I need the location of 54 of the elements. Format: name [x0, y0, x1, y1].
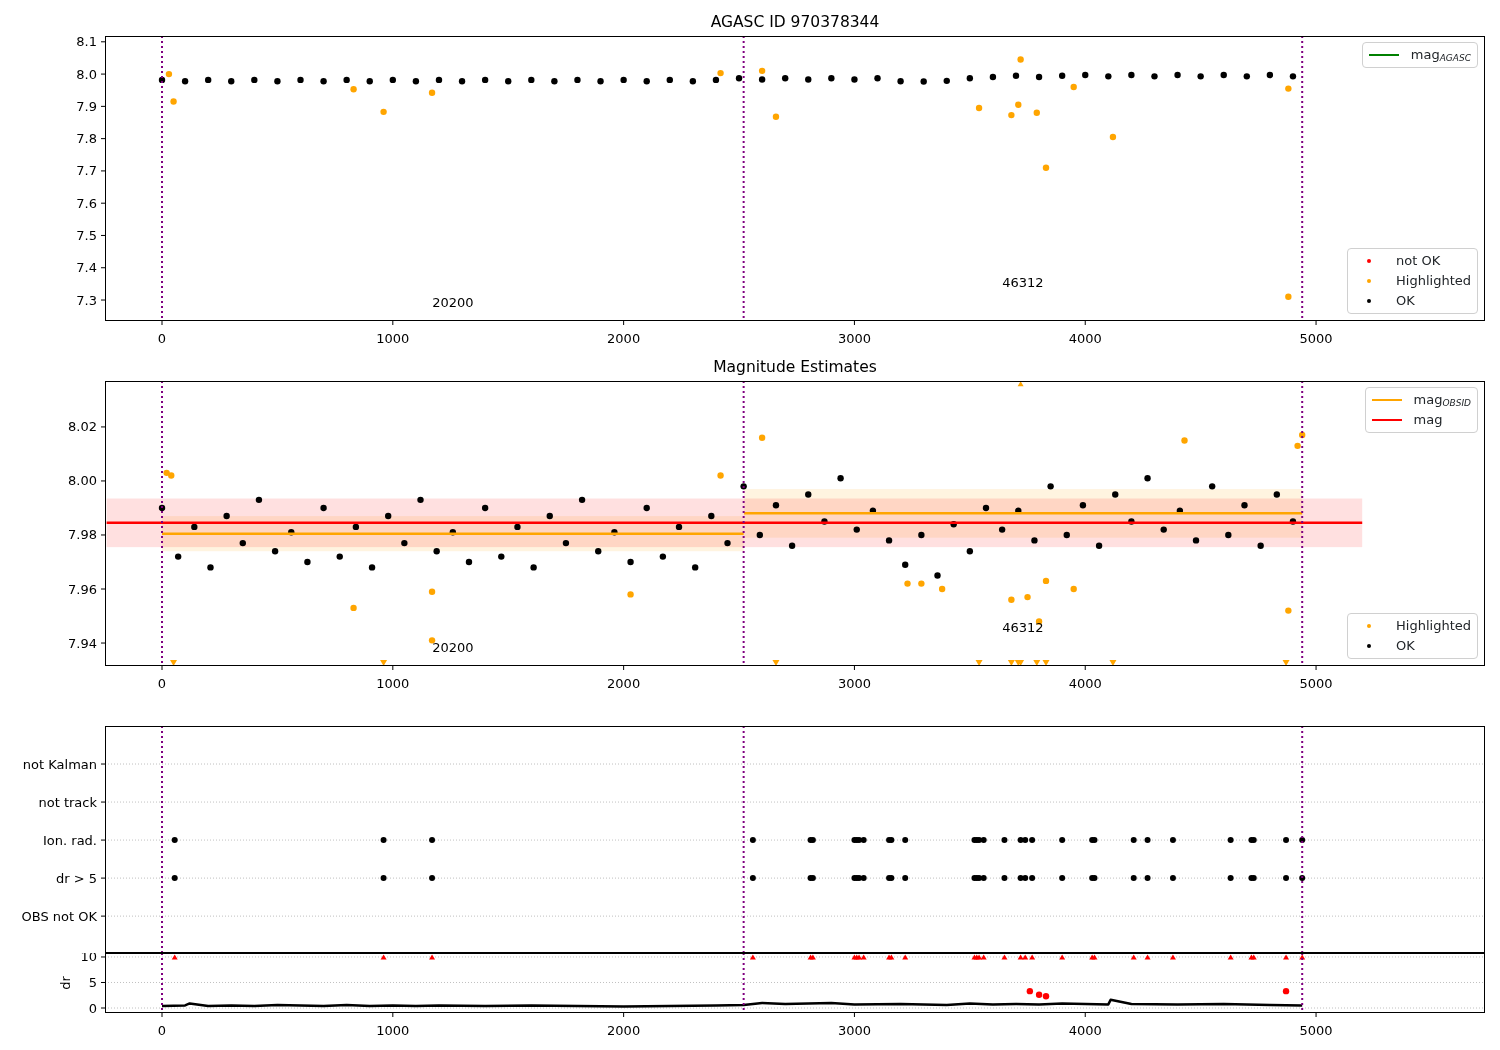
- legend-label: mag$_{AGASC}$: [1410, 46, 1471, 65]
- tick-label: 7.9: [76, 98, 97, 114]
- tick-label: 8.02: [68, 419, 97, 435]
- legend-label: not OK: [1396, 252, 1441, 270]
- tick-label: 5: [88, 975, 97, 990]
- tick-label: 0: [157, 1023, 167, 1038]
- tick-label: 2000: [607, 1023, 641, 1038]
- tick-label: 0: [157, 676, 167, 690]
- tick-label: 1000: [376, 1023, 410, 1038]
- chart-title: AGASC ID 970378344: [710, 13, 880, 31]
- tick-label: 4000: [1068, 1023, 1102, 1038]
- chart-title: Magnitude Estimates: [713, 358, 877, 376]
- tick-label: not track: [38, 794, 97, 810]
- tick-label: 7.6: [76, 195, 97, 211]
- obsid-label: 46312: [1002, 620, 1044, 635]
- tick-label: 7.98: [68, 527, 97, 543]
- obsid-label: 20200: [432, 640, 474, 655]
- tick-label: 7.94: [68, 635, 97, 651]
- tick-label: 3000: [837, 676, 871, 690]
- obsid-label: 20200: [432, 295, 474, 310]
- tick-label: 4000: [1068, 676, 1102, 690]
- legend-label: Highlighted: [1396, 617, 1471, 635]
- tick-label: 2000: [607, 676, 641, 690]
- tick-label: 3000: [837, 1023, 871, 1038]
- tick-label: 5000: [1299, 331, 1333, 345]
- tick-label: 5000: [1299, 1023, 1333, 1038]
- obsid-label: 46312: [1002, 275, 1044, 290]
- tick-label: 1000: [376, 331, 410, 345]
- tick-label: 0: [88, 1000, 97, 1016]
- tick-label: 7.8: [76, 131, 97, 147]
- tick-label: OBS not OK: [21, 908, 97, 924]
- tick-label: Ion. rad.: [43, 832, 97, 848]
- tick-label: 8.00: [68, 473, 97, 489]
- legend-label: OK: [1396, 292, 1415, 310]
- tick-label: dr > 5: [55, 870, 97, 886]
- tick-label: 4000: [1068, 331, 1102, 345]
- tick-label: 8.0: [76, 66, 97, 82]
- legend-label: OK: [1396, 637, 1415, 655]
- axis-label: dr: [58, 976, 73, 990]
- legend-label: Highlighted: [1396, 272, 1471, 290]
- tick-label: 1000: [376, 676, 410, 690]
- legend-label: mag: [1413, 411, 1443, 429]
- tick-label: 7.7: [76, 163, 97, 179]
- tick-label: 7.4: [76, 260, 97, 276]
- tick-label: 7.96: [68, 581, 97, 597]
- tick-label: 2000: [607, 331, 641, 345]
- tick-label: 0: [157, 331, 167, 345]
- tick-label: 5000: [1299, 676, 1333, 690]
- legend-label: mag$_{OBSID}$: [1413, 391, 1471, 410]
- tick-label: not Kalman: [22, 756, 97, 772]
- tick-label: 7.3: [76, 292, 97, 308]
- tick-label: 7.5: [76, 227, 97, 243]
- tick-label: 3000: [837, 331, 871, 345]
- tick-label: 8.1: [76, 34, 97, 50]
